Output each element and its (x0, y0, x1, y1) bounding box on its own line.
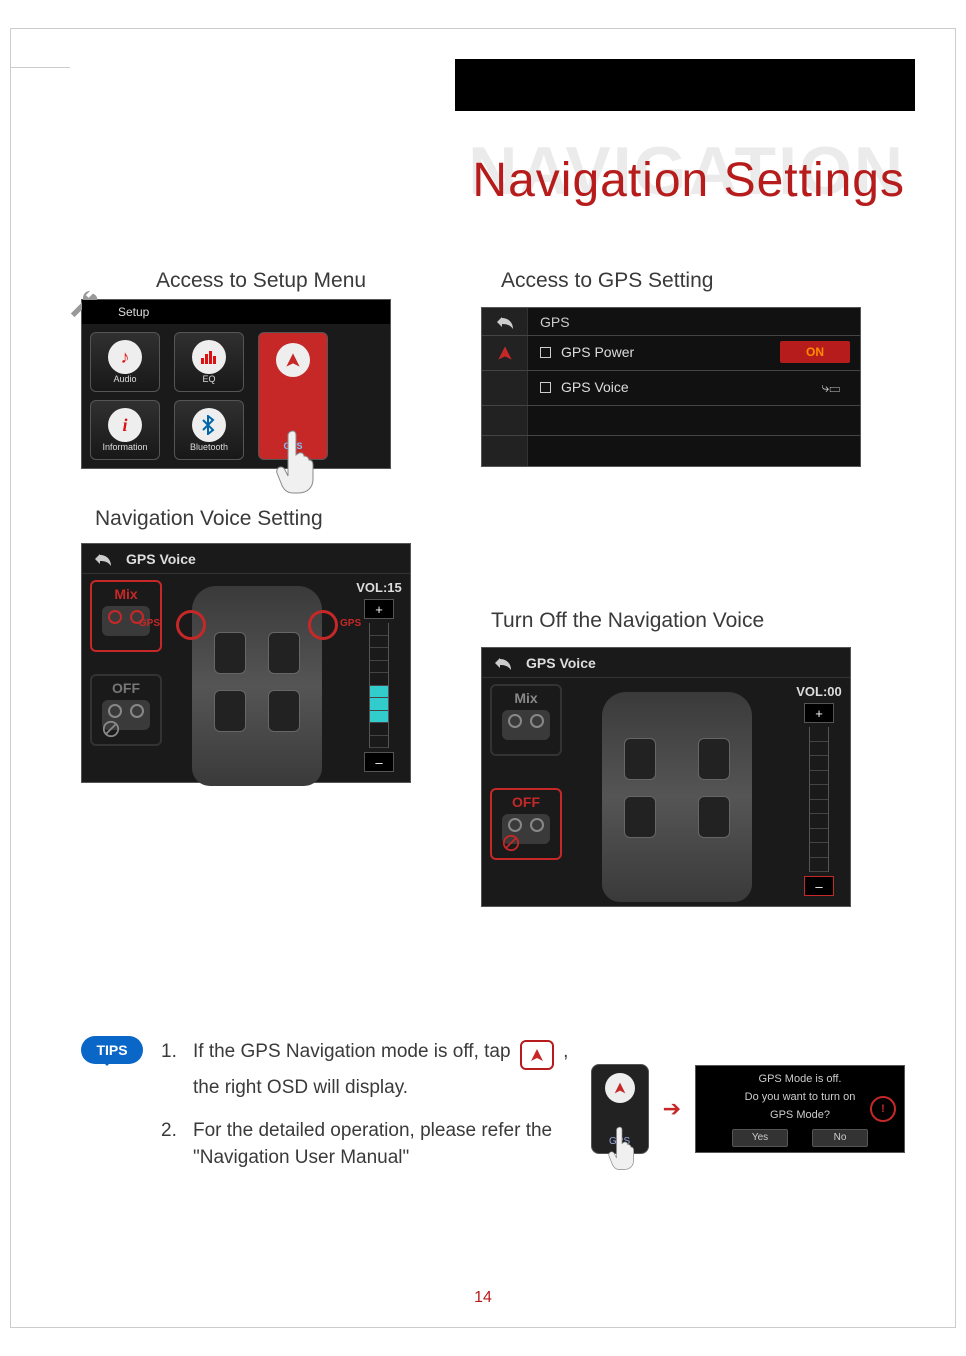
ban-icon (102, 720, 120, 738)
mix-mode-button[interactable]: Mix (90, 580, 162, 652)
speaker-ring-icon (176, 610, 206, 640)
car-top-view-icon (602, 692, 752, 902)
gps-power-row[interactable]: GPS Power ON (482, 336, 860, 371)
no-button[interactable]: No (812, 1129, 868, 1147)
bluetooth-button-label: Bluetooth (190, 442, 228, 452)
checkbox-icon (540, 382, 551, 393)
gps-empty-row (482, 436, 860, 466)
speaker-ring-icon (308, 610, 338, 640)
setup-header: Setup (82, 300, 390, 324)
eq-button-label: EQ (202, 374, 215, 384)
gps-empty-row (482, 406, 860, 436)
gps-voice-row[interactable]: GPS Voice ⤷▭ (482, 371, 860, 406)
tips-badge: TIPS (81, 1036, 143, 1064)
bluetooth-icon (192, 408, 226, 442)
volume-up-button[interactable]: + (364, 599, 394, 619)
voice-header-label: GPS Voice (526, 655, 596, 671)
volume-down-button[interactable]: – (804, 876, 834, 896)
volume-down-button[interactable]: – (364, 752, 394, 772)
osd-line1: GPS Mode is off. (759, 1073, 842, 1085)
title-foreground-text: Navigation Settings (468, 157, 905, 205)
tip-item-1: 1. If the GPS Navigation mode is off, ta… (161, 1034, 573, 1106)
gps-header-row: GPS (482, 308, 860, 336)
setup-menu-section: Access to Setup Menu Setup ♪ Audio i Inf… (71, 269, 451, 469)
navigation-arrow-icon (605, 1073, 635, 1103)
osd-line3: GPS Mode? (770, 1109, 830, 1121)
navigation-arrow-icon (276, 343, 310, 377)
voice-header-label: GPS Voice (126, 551, 196, 567)
hand-pointer-icon (606, 1123, 638, 1171)
gps-voice-label: GPS Voice (561, 379, 629, 395)
volume-scale (369, 623, 389, 748)
car-top-view-icon (192, 586, 322, 786)
off-button-label: OFF (112, 680, 140, 696)
side-cell (482, 371, 528, 405)
back-icon[interactable] (94, 552, 112, 566)
gps-setting-label: Access to GPS Setting (501, 269, 881, 293)
header-black-bar (455, 59, 915, 111)
voice-mix-screenshot: GPS Voice Mix OFF (81, 543, 411, 783)
off-mode-button[interactable]: OFF (490, 788, 562, 860)
tip2-text: For the detailed operation, please refer… (193, 1118, 573, 1171)
mix-mode-button[interactable]: Mix (490, 684, 562, 756)
yes-button[interactable]: Yes (732, 1129, 788, 1147)
gps-setting-screenshot: GPS GPS Power ON GPS Voice ⤷▭ (481, 307, 861, 467)
mix-button-label: Mix (514, 690, 537, 706)
car-mini-icon (502, 710, 550, 740)
page-tab-notch (10, 28, 70, 68)
volume-value-label: VOL:00 (796, 684, 842, 699)
submenu-icon: ⤷▭ (822, 379, 841, 396)
info-icon: i (108, 408, 142, 442)
osd-line2: Do you want to turn on (745, 1091, 856, 1103)
volume-control: VOL:15 + – (356, 580, 402, 776)
audio-button-label: Audio (113, 374, 136, 384)
setup-menu-label: Access to Setup Menu (71, 269, 451, 293)
audio-button[interactable]: ♪ Audio (90, 332, 160, 392)
osd-dialog: GPS Mode is off. Do you want to turn on … (695, 1065, 905, 1153)
voice-off-screenshot: GPS Voice Mix OFF VOL:00 (481, 647, 851, 907)
information-button-label: Information (102, 442, 147, 452)
voice-off-label: Turn Off the Navigation Voice (491, 609, 881, 633)
back-icon[interactable] (494, 656, 512, 670)
hand-pointer-icon (273, 425, 319, 495)
mini-gps-button[interactable]: GPS (591, 1064, 649, 1154)
volume-control: VOL:00 + – (796, 684, 842, 900)
gps-header-label: GPS (528, 308, 860, 336)
gps-speaker-tag: GPS (139, 618, 160, 629)
ban-icon (502, 834, 520, 852)
tip-item-2: 2. For the detailed operation, please re… (161, 1118, 573, 1171)
off-button-label: OFF (512, 794, 540, 810)
arrow-right-icon: ➔ (663, 1096, 681, 1122)
voice-setting-label: Navigation Voice Setting (95, 507, 481, 531)
voice-setting-section: Navigation Voice Setting GPS Voice Mix O… (81, 507, 481, 783)
off-mode-button[interactable]: OFF (90, 674, 162, 746)
page-number: 14 (474, 1289, 492, 1307)
tips-text: 1. If the GPS Navigation mode is off, ta… (161, 1034, 573, 1183)
volume-value-label: VOL:15 (356, 580, 402, 595)
on-indicator: ON (780, 341, 850, 363)
voice-off-section: Turn Off the Navigation Voice GPS Voice … (481, 609, 881, 907)
eq-button[interactable]: EQ (174, 332, 244, 392)
page-title: NAVIGATION Navigation Settings (468, 137, 905, 205)
volume-up-button[interactable]: + (804, 703, 834, 723)
navigation-arrow-icon (520, 1040, 554, 1070)
information-button[interactable]: i Information (90, 400, 160, 460)
page-frame: NAVIGATION Navigation Settings Access to… (10, 28, 956, 1328)
setup-menu-screenshot: Setup ♪ Audio i Information (81, 299, 391, 469)
checkbox-icon (540, 347, 551, 358)
bluetooth-button[interactable]: Bluetooth (174, 400, 244, 460)
volume-scale (809, 727, 829, 872)
gps-button[interactable]: GPS (258, 332, 328, 460)
gps-setting-section: Access to GPS Setting GPS GPS Power ON (481, 269, 881, 467)
warning-icon: ! (870, 1096, 896, 1122)
music-note-icon: ♪ (108, 340, 142, 374)
equalizer-icon (192, 340, 226, 374)
gps-power-label: GPS Power (561, 344, 634, 360)
mix-button-label: Mix (114, 586, 137, 602)
navigation-arrow-icon (482, 336, 528, 370)
gps-button-label: GPS (283, 441, 302, 451)
tip1-part-a: If the GPS Navigation mode is off, tap (193, 1041, 511, 1062)
back-icon[interactable] (482, 308, 528, 335)
tips-section: TIPS 1. If the GPS Navigation mode is of… (81, 1034, 905, 1183)
